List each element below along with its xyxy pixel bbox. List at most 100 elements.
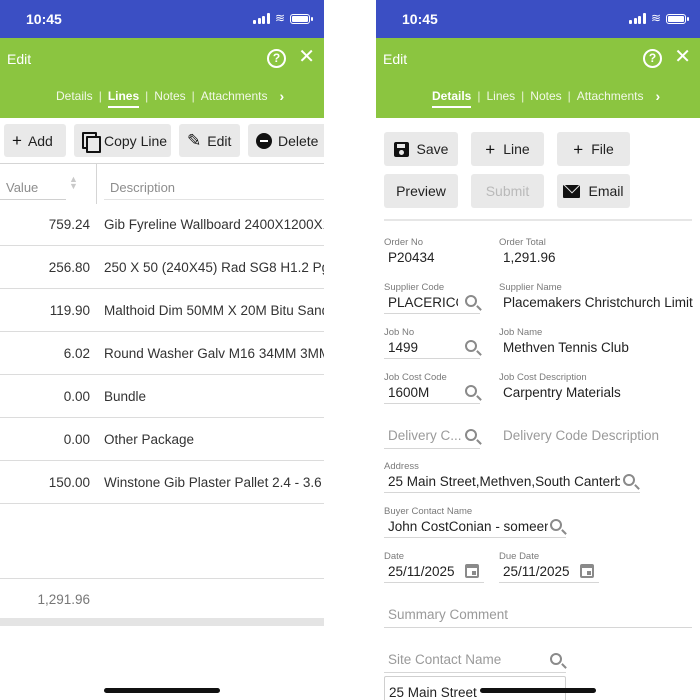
signal-icon <box>629 13 646 24</box>
job-cost-description-label: Job Cost Description <box>499 372 587 383</box>
divider <box>384 219 692 221</box>
email-label: Email <box>588 183 624 199</box>
job-no-field[interactable]: 1499 <box>388 340 418 355</box>
summary-comment-field[interactable]: Summary Comment <box>388 607 508 622</box>
column-divider[interactable] <box>96 164 97 204</box>
add-button[interactable]: + Add <box>4 124 66 157</box>
site-contact-field[interactable]: Site Contact Name <box>388 652 501 667</box>
site-address-value: 25 Main Street <box>389 685 477 700</box>
search-icon[interactable] <box>465 295 477 307</box>
save-label: Save <box>416 141 449 157</box>
tab-attachments[interactable]: Attachments <box>201 89 268 103</box>
pencil-icon: ✎ <box>187 131 202 150</box>
row-description: Winstone Gib Plaster Pallet 2.4 - 3.6 <box>104 475 322 490</box>
column-header-description[interactable]: Description <box>110 180 175 195</box>
tab-separator: | <box>145 89 149 103</box>
chevron-right-icon[interactable]: › <box>655 88 660 104</box>
copy-line-button[interactable]: Copy Line <box>74 124 171 157</box>
row-value: 119.90 <box>49 303 90 318</box>
due-date-field[interactable]: 25/11/2025 <box>503 564 570 579</box>
order-no-value: P20434 <box>388 250 435 265</box>
supplier-name-value: Placemakers Christchurch Limit <box>503 295 693 310</box>
preview-label: Preview <box>396 183 446 199</box>
preview-button[interactable]: Preview <box>384 174 458 208</box>
order-total-label: Order Total <box>499 237 546 248</box>
tab-lines[interactable]: Lines <box>486 89 515 103</box>
search-icon[interactable] <box>465 385 477 397</box>
close-icon[interactable]: ✕ <box>674 46 691 68</box>
tab-notes[interactable]: Notes <box>154 89 185 103</box>
job-cost-code-field[interactable]: 1600M <box>388 385 429 400</box>
row-description: Other Package <box>104 432 195 447</box>
table-row[interactable]: 6.02 Round Washer Galv M16 34MM 3MM <box>0 332 324 375</box>
tab-details[interactable]: Details <box>432 89 472 108</box>
save-button[interactable]: Save <box>384 132 458 166</box>
help-icon[interactable]: ? <box>267 49 286 68</box>
battery-icon <box>666 14 689 24</box>
calendar-icon[interactable] <box>465 564 479 578</box>
add-file-button[interactable]: + File <box>557 132 630 166</box>
divider <box>384 582 484 583</box>
search-icon[interactable] <box>465 429 477 441</box>
search-icon[interactable] <box>465 340 477 352</box>
table-row[interactable]: 759.24 Gib Fyreline Wallboard 2400X1200X1… <box>0 203 324 246</box>
submit-label: Submit <box>485 183 530 199</box>
status-time: 10:45 <box>402 11 438 27</box>
divider <box>384 313 480 314</box>
table-row[interactable]: 150.00 Winstone Gib Plaster Pallet 2.4 - … <box>0 461 324 504</box>
wifi-icon: ≋ <box>650 11 661 25</box>
app-bar: Edit ? ✕ Details | Lines | Notes | Attac… <box>0 38 324 118</box>
search-icon[interactable] <box>550 653 562 665</box>
divider <box>384 403 480 404</box>
due-date-label: Due Date <box>499 551 540 562</box>
table-row[interactable]: 256.80 250 X 50 (240X45) Rad SG8 H1.2 Pg <box>0 246 324 289</box>
search-icon[interactable] <box>623 474 635 486</box>
copy-line-label: Copy Line <box>104 132 168 149</box>
grid-total-value: 1,291.96 <box>37 592 90 607</box>
submit-button[interactable]: Submit <box>471 174 544 208</box>
close-icon[interactable]: ✕ <box>298 46 315 68</box>
search-icon[interactable] <box>550 519 562 531</box>
column-header-value[interactable]: Value <box>6 180 38 195</box>
date-field[interactable]: 25/11/2025 <box>388 564 455 579</box>
add-icon: + <box>12 131 22 150</box>
tab-lines[interactable]: Lines <box>107 89 140 108</box>
tab-details[interactable]: Details <box>56 89 93 103</box>
address-label: Address <box>384 461 419 472</box>
table-row[interactable]: 0.00 Bundle <box>0 375 324 418</box>
divider <box>384 627 692 628</box>
address-field[interactable]: 25 Main Street,Methven,South Canterbu <box>388 474 620 489</box>
sort-icon[interactable]: ▲ ▼ <box>69 175 78 191</box>
lines-screen: 10:45 ≋ Edit ? ✕ Details | Lines | Notes… <box>0 0 324 700</box>
divider <box>384 672 566 673</box>
divider <box>384 492 640 493</box>
home-indicator[interactable] <box>480 688 596 693</box>
tab-notes[interactable]: Notes <box>530 89 561 103</box>
buyer-contact-field[interactable]: John CostConian - someen <box>388 519 548 534</box>
tab-bar: Details | Lines | Notes | Attachments › <box>432 88 660 108</box>
help-icon[interactable]: ? <box>643 49 662 68</box>
calendar-icon[interactable] <box>580 564 594 578</box>
row-value: 0.00 <box>63 389 90 404</box>
lines-toolbar: + Add Copy Line ✎ Edit Delete <box>0 122 324 162</box>
add-line-button[interactable]: + Line <box>471 132 544 166</box>
date-label: Date <box>384 551 405 562</box>
table-row[interactable]: 0.00 Other Package <box>0 418 324 461</box>
home-indicator[interactable] <box>104 688 220 693</box>
edit-button[interactable]: ✎ Edit <box>179 124 240 157</box>
row-value: 0.00 <box>63 432 90 447</box>
supplier-code-field[interactable]: PLACERICC <box>388 295 458 310</box>
copy-icon <box>82 131 101 153</box>
delivery-code-field[interactable]: Delivery C... <box>388 428 462 443</box>
chevron-right-icon[interactable]: › <box>279 88 284 104</box>
email-button[interactable]: Email <box>557 174 630 208</box>
delete-button[interactable]: Delete <box>248 124 324 157</box>
add-icon: + <box>573 139 584 159</box>
divider <box>384 448 480 449</box>
tab-attachments[interactable]: Attachments <box>577 89 644 103</box>
delivery-code-description: Delivery Code Description <box>503 428 660 443</box>
tab-separator: | <box>521 89 525 103</box>
status-bar: 10:45 ≋ <box>376 0 700 38</box>
table-row[interactable]: 119.90 Malthoid Dim 50MM X 20M Bitu Sand <box>0 289 324 332</box>
job-cost-code-label: Job Cost Code <box>384 372 447 383</box>
